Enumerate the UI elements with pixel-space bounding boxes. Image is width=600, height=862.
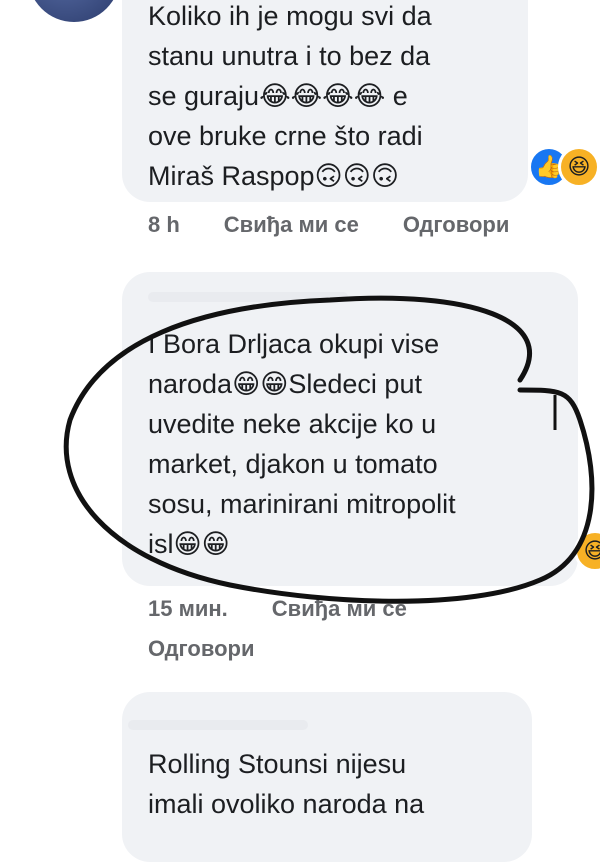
comment-text-1: Koliko ih je mogu svi da stanu unutra i …	[148, 1, 432, 191]
comment-text-3: Rolling Stounsi nijesu imali ovoliko nar…	[148, 749, 425, 819]
haha-icon: 😆	[558, 146, 600, 188]
comment-text-2: I Bora Drljaca okupi vise naroda😁😁Sledec…	[148, 329, 456, 559]
comment-reactions-1[interactable]: 👍 😆	[528, 146, 600, 188]
comment-actions-2: 15 мин. Свиђа ми се	[148, 596, 407, 622]
comment-reactions-2[interactable]: 😆	[574, 530, 600, 572]
like-button-2[interactable]: Свиђа ми се	[272, 596, 407, 622]
reply-button-2[interactable]: Одговори	[148, 636, 254, 662]
like-button-1[interactable]: Свиђа ми се	[224, 212, 359, 238]
commenter-avatar[interactable]	[28, 0, 120, 22]
comment-time-2: 15 мин.	[148, 596, 228, 621]
reply-button-1[interactable]: Одговори	[403, 212, 509, 238]
comment-time-1: 8 h	[148, 212, 180, 237]
author-name-2[interactable]	[148, 292, 348, 302]
comment-actions-1: 8 h Свиђа ми се Одговори	[148, 212, 509, 238]
author-name-3[interactable]	[128, 720, 308, 730]
comment-actions-2b: Одговори	[148, 636, 254, 662]
haha-icon-2: 😆	[574, 530, 600, 572]
